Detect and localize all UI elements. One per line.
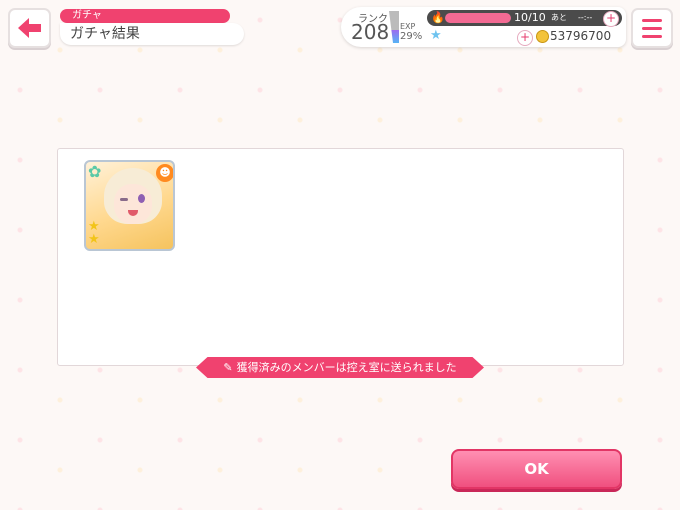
band-flower-icon: ✿ bbox=[88, 162, 102, 181]
ok-button[interactable]: OK bbox=[451, 449, 622, 489]
page-title: ガチャ結果 bbox=[60, 23, 244, 45]
star-gem-icon: ★ bbox=[430, 28, 442, 43]
notice-banner: ✎ 獲得済みのメンバーは控え室に送られました bbox=[196, 357, 484, 378]
member-card[interactable]: ✿ ☻ ★ ★ bbox=[84, 160, 175, 251]
stamina-track bbox=[445, 13, 511, 23]
rarity-star-icon: ★ bbox=[88, 232, 100, 247]
menu-icon-line bbox=[642, 19, 662, 22]
arrow-left-icon bbox=[18, 18, 41, 38]
coin-icon bbox=[536, 30, 549, 43]
exp-label: EXP bbox=[400, 22, 416, 31]
pen-icon: ✎ bbox=[223, 361, 233, 374]
recovery-label: あと bbox=[551, 13, 567, 22]
stamina-fill bbox=[445, 13, 511, 23]
rank-value: 208 bbox=[351, 20, 390, 44]
stamina-value: 10/10 bbox=[514, 11, 546, 24]
exp-gauge bbox=[389, 11, 399, 43]
rarity-stars: ★ ★ bbox=[88, 220, 102, 246]
notice-text: 獲得済みのメンバーは控え室に送られました bbox=[236, 361, 457, 374]
menu-icon-line bbox=[642, 27, 662, 30]
back-button[interactable] bbox=[8, 8, 51, 48]
add-stamina-button[interactable]: + bbox=[603, 11, 619, 27]
gacha-result-panel: ✿ ☻ ★ ★ bbox=[57, 148, 624, 366]
card-art-eye bbox=[138, 194, 145, 203]
player-status: ランク 208 EXP 29% 🔥 10/10 あと --:-- + ★ + 5… bbox=[341, 7, 626, 47]
menu-icon-line bbox=[642, 35, 662, 38]
stamina-bar: 🔥 10/10 あと --:-- bbox=[427, 10, 622, 26]
card-art-face bbox=[114, 184, 152, 224]
add-gems-button[interactable]: + bbox=[517, 30, 533, 46]
happy-attribute-icon: ☻ bbox=[156, 164, 173, 182]
flame-icon: 🔥 bbox=[431, 11, 445, 24]
coin-value: 53796700 bbox=[550, 29, 612, 43]
exp-percent: 29% bbox=[400, 31, 423, 42]
breadcrumb-category: ガチャ bbox=[60, 9, 230, 23]
menu-button[interactable] bbox=[631, 8, 673, 48]
card-art-eye bbox=[120, 198, 128, 201]
recovery-time: --:-- bbox=[578, 13, 593, 22]
